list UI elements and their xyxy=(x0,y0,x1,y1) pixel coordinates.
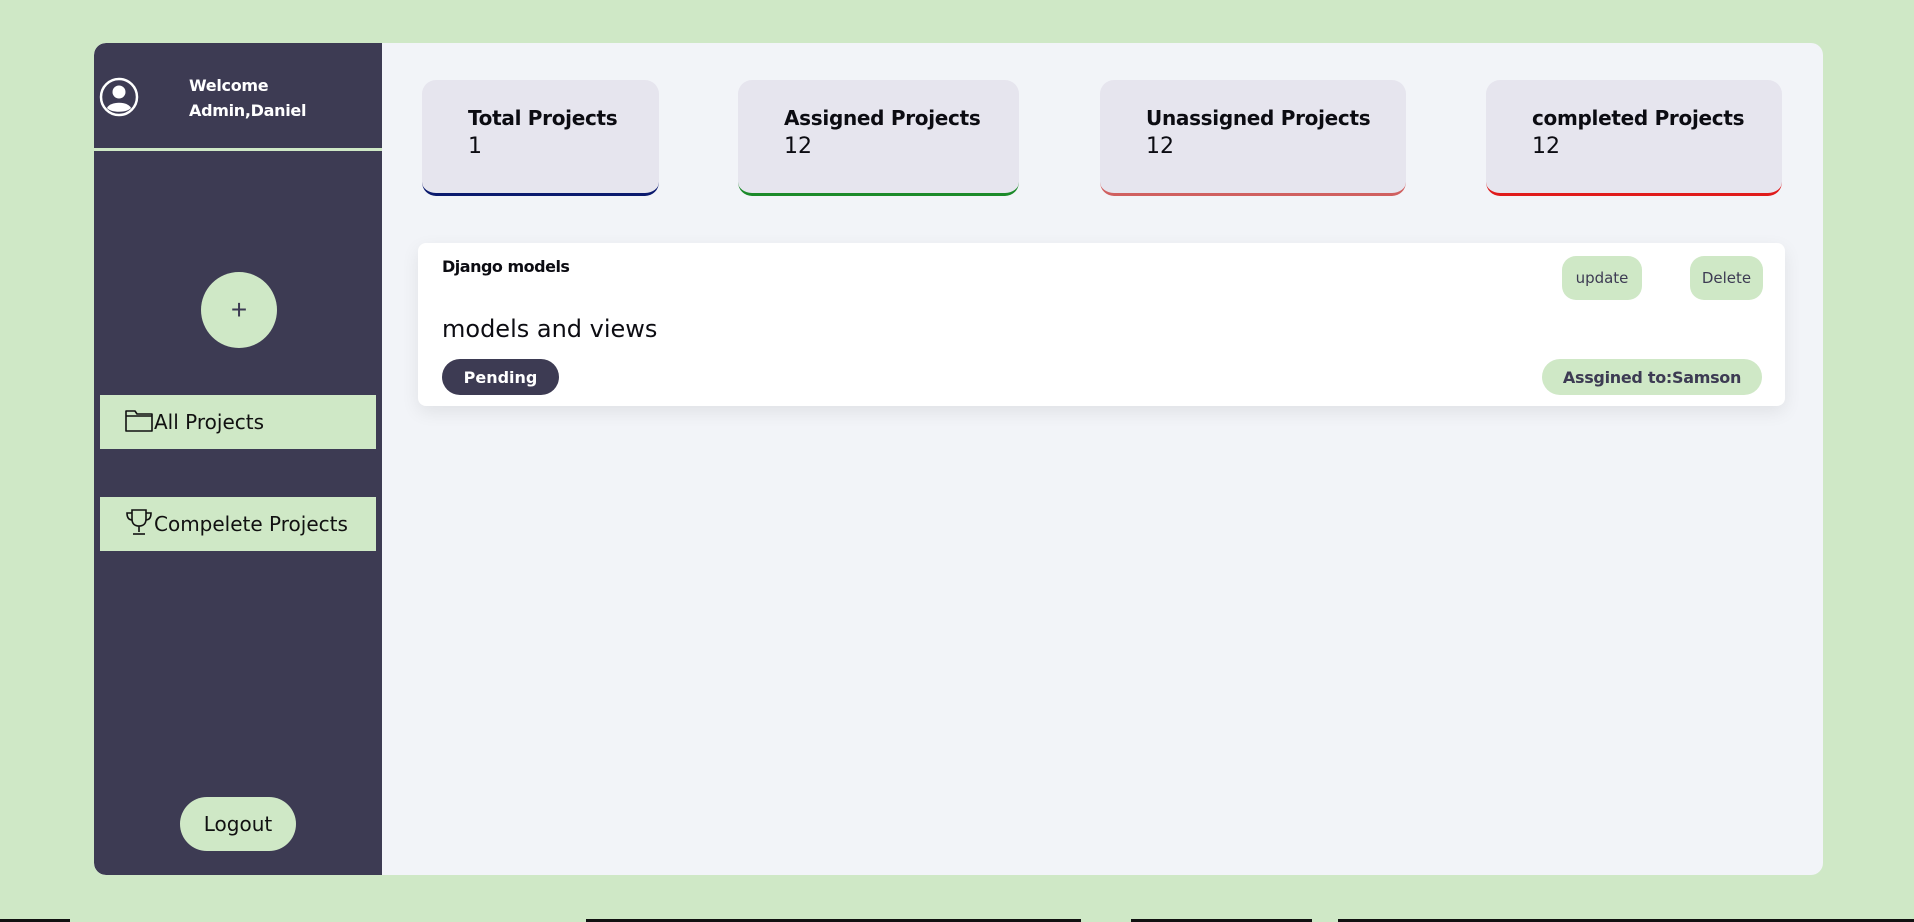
stat-value: 12 xyxy=(1146,134,1174,159)
stat-value: 12 xyxy=(784,134,812,159)
sidebar: Welcome Admin,Daniel + All Projects Comp… xyxy=(94,43,382,875)
update-button[interactable]: update xyxy=(1562,256,1642,300)
welcome-line: Welcome xyxy=(189,76,269,95)
stat-card-unassigned-projects: Unassigned Projects 12 xyxy=(1100,80,1406,196)
add-project-button[interactable]: + xyxy=(201,272,277,348)
sidebar-item-all-projects[interactable]: All Projects xyxy=(100,395,376,449)
stat-value: 12 xyxy=(1532,134,1560,159)
project-title: Django models xyxy=(442,257,570,276)
app-frame: Welcome Admin,Daniel + All Projects Comp… xyxy=(94,43,1823,875)
delete-button[interactable]: Delete xyxy=(1690,256,1763,300)
sidebar-item-complete-projects[interactable]: Compelete Projects xyxy=(100,497,376,551)
stat-card-completed-projects: completed Projects 12 xyxy=(1486,80,1782,196)
user-avatar-icon xyxy=(99,77,139,117)
sidebar-header: Welcome Admin,Daniel xyxy=(94,43,382,151)
project-card: Django models update Delete models and v… xyxy=(418,243,1785,406)
status-badge: Pending xyxy=(442,359,559,395)
plus-icon: + xyxy=(230,294,248,325)
stat-card-total-projects: Total Projects 1 xyxy=(422,80,659,196)
stat-label: Assigned Projects xyxy=(784,106,981,130)
welcome-text: Welcome Admin,Daniel xyxy=(189,73,306,123)
stat-label: completed Projects xyxy=(1532,106,1745,130)
logout-button[interactable]: Logout xyxy=(180,797,296,851)
sidebar-item-label: All Projects xyxy=(154,410,264,434)
stat-label: Total Projects xyxy=(468,106,618,130)
assigned-to-badge: Assgined to:Samson xyxy=(1542,359,1762,395)
sidebar-item-label: Compelete Projects xyxy=(154,512,348,536)
stat-card-assigned-projects: Assigned Projects 12 xyxy=(738,80,1019,196)
stat-label: Unassigned Projects xyxy=(1146,106,1371,130)
admin-name: Admin,Daniel xyxy=(189,101,307,120)
stat-value: 1 xyxy=(468,134,482,159)
folder-icon xyxy=(124,405,154,440)
project-description: models and views xyxy=(442,315,658,343)
trophy-icon xyxy=(124,507,154,542)
